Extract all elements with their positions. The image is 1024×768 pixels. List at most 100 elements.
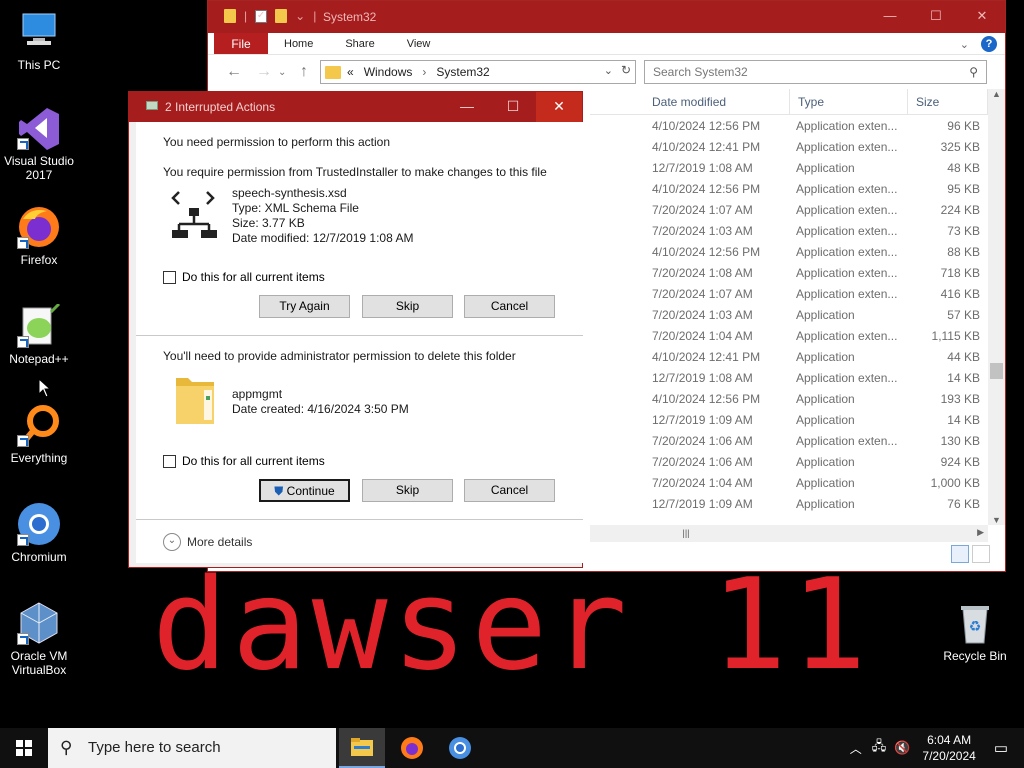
desktop-icon-everything[interactable]: Everything — [0, 403, 78, 465]
item2-apply-all-checkbox[interactable] — [163, 454, 176, 468]
table-row[interactable]: 4/10/2024 12:56 PM Application exten... 96… — [590, 115, 988, 136]
table-row[interactable]: 4/10/2024 12:56 PM Application exten... 95… — [590, 178, 988, 199]
close-button[interactable]: ✕ — [959, 1, 1005, 31]
firefox-icon — [17, 205, 61, 249]
scroll-right-icon[interactable]: ▶ — [977, 527, 984, 538]
item2-name: appmgmt — [232, 387, 283, 401]
back-icon[interactable]: ← — [226, 63, 242, 81]
scrollbar-thumb[interactable] — [990, 363, 1003, 379]
maximize-button[interactable]: ☐ — [913, 1, 959, 31]
desktop-icon-firefox[interactable]: Firefox — [0, 205, 78, 267]
new-folder-icon[interactable] — [275, 9, 288, 23]
horizontal-scrollbar[interactable]: ||| ▶ — [590, 525, 988, 542]
cancel-button[interactable]: Cancel — [464, 479, 555, 502]
column-type[interactable]: Type — [790, 89, 908, 115]
dialog-titlebar[interactable]: 2 Interrupted Actions — ☐ ✕ — [129, 92, 582, 122]
tab-file[interactable]: File — [214, 33, 268, 54]
everything-icon — [17, 403, 61, 447]
volume-muted-icon[interactable]: 🔇 — [890, 740, 914, 756]
table-row[interactable]: 7/20/2024 1:07 AM Application exten... 416… — [590, 283, 988, 304]
column-date-modified[interactable]: Date modified — [590, 89, 790, 115]
expand-ribbon-icon[interactable]: ⌄ — [960, 38, 969, 51]
search-input[interactable]: Search System32 ⚲ — [644, 60, 987, 84]
column-size[interactable]: Size — [908, 89, 988, 115]
taskbar-file-explorer[interactable] — [339, 728, 385, 768]
desktop-icon-virtualbox[interactable]: Oracle VM VirtualBox — [0, 601, 78, 677]
refresh-icon[interactable]: ↻ — [621, 63, 631, 77]
large-icons-view-icon[interactable] — [972, 545, 990, 563]
close-button[interactable]: ✕ — [536, 92, 582, 122]
cancel-button[interactable]: Cancel — [464, 295, 555, 318]
scroll-down-icon[interactable]: ▼ — [988, 515, 1005, 525]
item1-apply-all[interactable]: Do this for all current items — [163, 270, 325, 284]
address-bar[interactable]: « Windows › System32 ⌄ ↻ — [320, 60, 636, 84]
table-row[interactable]: 7/20/2024 1:07 AM Application exten... 224… — [590, 199, 988, 220]
start-button[interactable] — [16, 740, 32, 756]
table-row[interactable]: 7/20/2024 1:06 AM Application exten... 130… — [590, 430, 988, 451]
desktop-icon-this-pc[interactable]: This PC — [0, 10, 78, 72]
cell-type: Application — [796, 412, 855, 427]
minimize-button[interactable]: — — [444, 92, 490, 122]
minimize-button[interactable]: — — [867, 1, 913, 31]
taskbar-chromium[interactable] — [437, 728, 483, 768]
recent-locations-icon[interactable]: ⌄ — [278, 67, 286, 78]
maximize-button[interactable]: ☐ — [490, 92, 536, 122]
column-headers: Date modified Type Size — [590, 89, 988, 115]
desktop-icon-recycle-bin[interactable]: ♻ Recycle Bin — [936, 601, 1014, 663]
tab-share[interactable]: Share — [329, 33, 390, 54]
help-icon[interactable]: ? — [981, 36, 997, 52]
table-row[interactable]: 12/7/2019 1:09 AM Application 76 KB — [590, 493, 988, 514]
show-hidden-icons-icon[interactable]: ︿ — [844, 740, 868, 757]
desktop-icon-chromium[interactable]: Chromium — [0, 502, 78, 564]
table-row[interactable]: 4/10/2024 12:41 PM Application exten... 32… — [590, 136, 988, 157]
table-row[interactable]: 7/20/2024 1:04 AM Application exten... 1,1… — [590, 325, 988, 346]
cell-date: 12/7/2019 1:09 AM — [652, 496, 753, 511]
skip-button[interactable]: Skip — [362, 479, 453, 502]
desktop-icon-label: Oracle VM VirtualBox — [10, 649, 68, 677]
table-row[interactable]: 12/7/2019 1:08 AM Application exten... 14 … — [590, 367, 988, 388]
desktop-icon-notepadpp[interactable]: Notepad++ — [0, 302, 78, 366]
tab-view[interactable]: View — [391, 33, 447, 54]
skip-button[interactable]: Skip — [362, 295, 453, 318]
properties-icon[interactable]: ✓ — [255, 9, 268, 23]
breadcrumb-system32[interactable]: System32 — [436, 65, 489, 79]
table-row[interactable]: 4/10/2024 12:56 PM Application exten... 88… — [590, 241, 988, 262]
table-row[interactable]: 12/7/2019 1:09 AM Application 14 KB — [590, 409, 988, 430]
cell-size: 96 KB — [947, 118, 980, 133]
notepadpp-icon — [17, 302, 61, 348]
scrollbar-thumb[interactable]: ||| — [666, 528, 706, 539]
explorer-titlebar[interactable]: | ✓ ⌄ | System32 — ☐ ✕ — [208, 1, 1005, 33]
breadcrumb-windows[interactable]: Windows — [364, 65, 413, 79]
table-row[interactable]: 7/20/2024 1:08 AM Application exten... 718… — [590, 262, 988, 283]
vertical-scrollbar[interactable]: ▲ ▼ — [988, 89, 1005, 525]
table-row[interactable]: 7/20/2024 1:04 AM Application 1,000 KB — [590, 472, 988, 493]
table-row[interactable]: 4/10/2024 12:56 PM Application 193 KB — [590, 388, 988, 409]
clock[interactable]: 6:04 AM 7/20/2024 — [922, 732, 975, 764]
up-icon[interactable]: ↑ — [300, 63, 308, 81]
item1-apply-all-checkbox[interactable] — [163, 270, 176, 284]
details-view-icon[interactable] — [951, 545, 969, 563]
customize-qa-icon[interactable]: ⌄ — [295, 9, 305, 23]
tab-home[interactable]: Home — [268, 33, 329, 54]
continue-button[interactable]: ⛊ Continue — [259, 479, 350, 502]
breadcrumb-overflow[interactable]: « — [347, 65, 354, 79]
scroll-up-icon[interactable]: ▲ — [988, 89, 1005, 99]
table-row[interactable]: 7/20/2024 1:03 AM Application 57 KB — [590, 304, 988, 325]
desktop-icon-visual-studio[interactable]: Visual Studio 2017 — [0, 106, 78, 182]
table-row[interactable]: 7/20/2024 1:06 AM Application 924 KB — [590, 451, 988, 472]
notifications-icon[interactable]: ▭ — [990, 739, 1024, 757]
item2-apply-all[interactable]: Do this for all current items — [163, 454, 325, 468]
table-row[interactable]: 7/20/2024 1:03 AM Application exten... 73 … — [590, 220, 988, 241]
try-again-button[interactable]: Try Again — [259, 295, 350, 318]
file-explorer-icon — [351, 738, 373, 756]
table-row[interactable]: 4/10/2024 12:41 PM Application 44 KB — [590, 346, 988, 367]
cell-type: Application — [796, 349, 855, 364]
address-dropdown-icon[interactable]: ⌄ — [604, 64, 613, 77]
more-details-toggle[interactable]: ⌄ More details — [163, 533, 252, 551]
taskbar-firefox[interactable] — [389, 728, 435, 768]
taskbar-search-input[interactable]: ⚲ Type here to search — [48, 728, 336, 768]
forward-icon[interactable]: → — [256, 63, 272, 81]
table-row[interactable]: 12/7/2019 1:08 AM Application 48 KB — [590, 157, 988, 178]
desktop-icon-label: Everything — [10, 451, 68, 465]
network-icon[interactable]: 🖧 — [868, 737, 891, 759]
